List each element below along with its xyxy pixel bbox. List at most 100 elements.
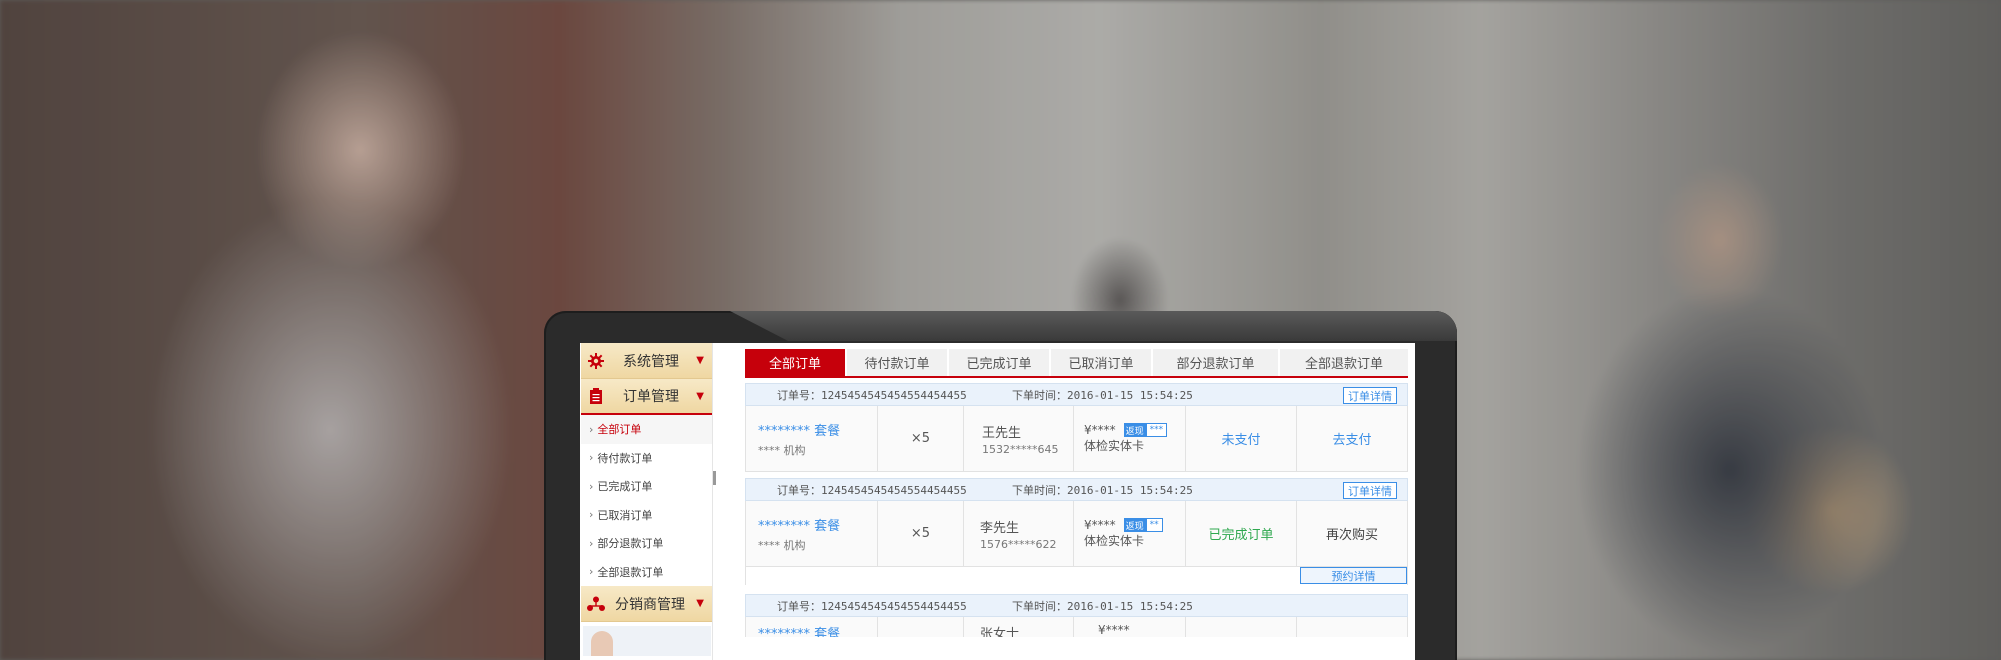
sidebar-item-label: 部分退款订单 [597, 537, 664, 551]
orders-panel: 全部订单 待付款订单 已完成订单 已取消订单 部分退款订单 全部退款订单 订单号… [745, 349, 1408, 637]
order-status: 未支付 [1221, 433, 1261, 448]
cashback-badge: 返现 ** [1123, 518, 1163, 532]
customer-cell: 李先生 1576*****622 [964, 501, 1074, 566]
sidebar-item-partial-refund[interactable]: › 部分退款订单 [581, 529, 712, 558]
order-status: 已完成订单 [1208, 528, 1274, 543]
customer-name: 王先生 [982, 425, 1022, 441]
order-header: 订单号：1245454545454554454455 下单时间：2016-01-… [745, 383, 1408, 406]
sidebar-item-full-refund[interactable]: › 全部退款订单 [581, 558, 712, 587]
customer-phone: 1532*****645 [982, 442, 1059, 456]
package-cell: ******** 套餐 **** 机构 [746, 501, 878, 566]
order-number: 订单号：1245454545454554454455 [777, 483, 967, 497]
sidebar: 系统管理 ▼ 订单管理 ▼ › 全部订单 › 待付款订单 › 已完成订单 › 已取消订单… [581, 343, 713, 660]
quantity-cell: ×5 [878, 406, 964, 471]
order-tabs: 全部订单 待付款订单 已完成订单 已取消订单 部分退款订单 全部退款订单 [745, 349, 1408, 378]
order-time: 下单时间：2016-01-15 15:54:25 [1012, 483, 1193, 497]
sidebar-item-completed[interactable]: › 已完成订单 [581, 472, 712, 501]
sidebar-collapse-handle[interactable] [713, 471, 716, 485]
chevron-right-icon: › [589, 451, 594, 465]
action-cell [1297, 617, 1407, 637]
quantity: ×5 [910, 526, 931, 541]
tab-all-orders[interactable]: 全部订单 [745, 349, 845, 376]
chevron-right-icon: › [589, 422, 594, 436]
price-cell: ¥**** 返现 *** 体检实体卡 [1074, 406, 1186, 471]
cashback-label: 返现 [1123, 518, 1146, 532]
order-row: ******** 套餐 **** 机构 ×5 李先生 1576*****622 … [745, 501, 1408, 567]
chevron-right-icon: › [589, 565, 594, 579]
order-row: ******** 套餐 **** 机构 ×5 王先生 1532*****645 … [745, 406, 1408, 472]
cashback-badge: 返现 *** [1123, 423, 1168, 437]
package-link[interactable]: ******** 套餐 [758, 515, 877, 534]
network-icon [587, 595, 605, 613]
quantity-cell: ×5 [878, 501, 964, 566]
order-detail-button[interactable]: 订单详情 [1343, 482, 1397, 499]
price-cell: ¥**** 返现 ** 体检实体卡 [1074, 501, 1186, 566]
action-cell: 去支付 [1297, 406, 1407, 471]
sidebar-group-label: 订单管理 [623, 389, 679, 405]
price: ¥**** [1098, 623, 1130, 637]
buy-again-button[interactable]: 再次购买 [1326, 524, 1378, 543]
reservation-detail-button[interactable]: 预约详情 [1300, 567, 1407, 584]
sidebar-group-orders[interactable]: 订单管理 ▼ [581, 379, 712, 415]
laptop-screen: 系统管理 ▼ 订单管理 ▼ › 全部订单 › 待付款订单 › 已完成订单 › 已取消订单… [580, 343, 1415, 660]
customer-cell: 张女士 [964, 617, 1074, 637]
customer-name: 李先生 [980, 520, 1020, 536]
order-extra-row: 预约详情 [745, 567, 1408, 585]
chevron-right-icon: › [589, 536, 594, 550]
chevron-right-icon: › [589, 479, 594, 493]
tab-partial-refund[interactable]: 部分退款订单 [1153, 349, 1278, 376]
sidebar-item-label: 待付款订单 [597, 451, 653, 465]
sidebar-group-distributors[interactable]: 分销商管理 ▼ [581, 586, 712, 622]
sidebar-item-all-orders[interactable]: › 全部订单 [581, 415, 712, 444]
customer-name: 张女士 [980, 627, 1020, 637]
laptop-gloss [730, 311, 1457, 341]
price-cell: ¥**** [1074, 617, 1186, 637]
order-row: ******** 套餐 张女士 ¥**** [745, 617, 1408, 637]
package-link[interactable]: ******** 套餐 [758, 623, 877, 637]
gear-icon [587, 352, 605, 370]
sidebar-item-label: 全部订单 [597, 423, 642, 437]
cashback-label: 返现 [1123, 423, 1146, 437]
package-link[interactable]: ******** 套餐 [758, 420, 877, 439]
user-card [583, 626, 711, 656]
sidebar-group-label: 分销商管理 [615, 596, 685, 613]
order-number: 订单号：1245454545454554454455 [777, 388, 967, 402]
sidebar-item-label: 已取消订单 [597, 508, 653, 522]
tab-completed[interactable]: 已完成订单 [949, 349, 1049, 376]
order-detail-button[interactable]: 订单详情 [1343, 387, 1397, 404]
tab-full-refund[interactable]: 全部退款订单 [1280, 349, 1408, 376]
chevron-right-icon: › [589, 508, 594, 522]
customer-phone: 1576*****622 [980, 537, 1057, 551]
status-cell: 已完成订单 [1186, 501, 1297, 566]
quantity-cell [878, 617, 964, 637]
sidebar-item-label: 全部退款订单 [597, 565, 664, 579]
order-number: 订单号：1245454545454554454455 [777, 599, 967, 613]
sidebar-item-label: 已完成订单 [597, 480, 653, 494]
customer-cell: 王先生 1532*****645 [964, 406, 1074, 471]
caret-down-icon: ▼ [696, 355, 704, 366]
pay-button[interactable]: 去支付 [1332, 429, 1371, 448]
card-type: 体检实体卡 [1084, 534, 1145, 548]
price: ¥**** [1084, 423, 1116, 437]
order-header: 订单号：1245454545454554454455 下单时间：2016-01-… [745, 594, 1408, 617]
cashback-value: *** [1145, 423, 1168, 437]
tab-pending-payment[interactable]: 待付款订单 [847, 349, 947, 376]
price: ¥**** [1084, 518, 1116, 532]
caret-down-icon: ▼ [696, 390, 704, 402]
org-name: **** 机构 [758, 538, 806, 552]
order-header: 订单号：1245454545454554454455 下单时间：2016-01-… [745, 478, 1408, 501]
sidebar-item-pending-payment[interactable]: › 待付款订单 [581, 444, 712, 473]
action-cell: 再次购买 [1297, 501, 1407, 566]
sidebar-item-cancelled[interactable]: › 已取消订单 [581, 501, 712, 530]
order-time: 下单时间：2016-01-15 15:54:25 [1012, 599, 1193, 613]
avatar [591, 631, 613, 656]
org-name: **** 机构 [758, 443, 806, 457]
status-cell [1186, 617, 1297, 637]
clipboard-icon [587, 387, 605, 405]
quantity: ×5 [910, 431, 931, 446]
sidebar-group-system[interactable]: 系统管理 ▼ [581, 343, 712, 379]
package-cell: ******** 套餐 [746, 617, 878, 637]
tab-cancelled[interactable]: 已取消订单 [1051, 349, 1151, 376]
package-cell: ******** 套餐 **** 机构 [746, 406, 878, 471]
cashback-value: ** [1145, 518, 1163, 532]
